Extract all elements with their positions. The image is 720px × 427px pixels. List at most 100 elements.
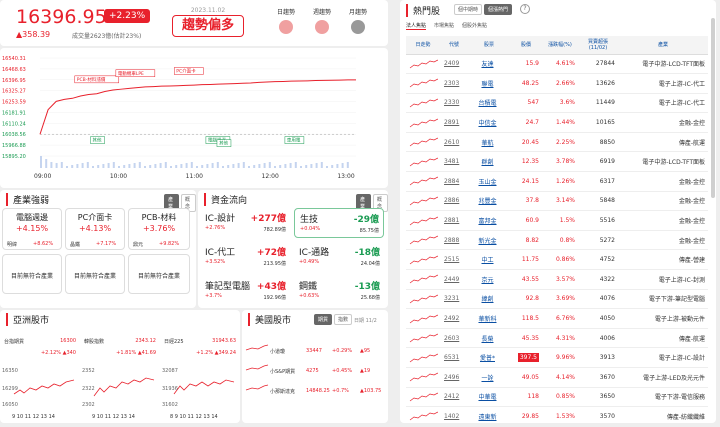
table-row[interactable]: 3481 群創 12.35 3.78% 6919 電子中游-LCD-TFT面板	[406, 151, 708, 173]
table-row[interactable]: 2409 友達 15.9 4.61% 27844 電子中游-LCD-TFT面板	[406, 54, 708, 75]
col-pct[interactable]: 漲跌幅(%)	[542, 36, 578, 55]
row-code[interactable]: 2884	[440, 171, 468, 192]
fund-item[interactable]: IC-代工 +72億 +3.52% 213.95億	[200, 242, 290, 272]
row-name[interactable]: 華新科	[468, 308, 510, 329]
fund-item[interactable]: 筆記型電腦 +43億 +3.7% 192.96億	[200, 276, 290, 306]
row-code[interactable]: 2886	[440, 191, 468, 212]
row-name[interactable]: 玉山金	[468, 171, 510, 192]
us-market-row[interactable]: 小S&P期貨 4275 +0.45% ▲19	[270, 366, 386, 378]
row-code[interactable]: 2330	[440, 93, 468, 114]
subtab-foreign[interactable]: 個股外焦點	[462, 22, 487, 30]
us-market-row[interactable]: 小道瓊 33447 +0.29% ▲95	[270, 346, 386, 358]
row-code[interactable]: 2492	[440, 308, 468, 329]
row-code[interactable]: 2412	[440, 387, 468, 408]
row-code[interactable]: 2881	[440, 210, 468, 231]
industry-card[interactable]: PC介面卡 +4.13% 晶鐵 +7.17%	[65, 208, 125, 250]
market-name: 韓股指數	[84, 339, 105, 345]
row-code[interactable]: 1402	[440, 406, 468, 427]
row-name[interactable]: 中信金	[468, 112, 510, 133]
col-volume[interactable]: 買賣超張 (11/02)	[578, 36, 618, 55]
row-name[interactable]: 群創	[468, 151, 510, 173]
col-code[interactable]: 代號	[440, 36, 468, 55]
hot-tab-rising[interactable]: 個漲熱門	[484, 4, 513, 15]
row-code[interactable]: 3481	[440, 151, 468, 173]
daily-trend[interactable]: 日趨勢	[268, 7, 304, 34]
table-row[interactable]: 1402 遠東新 29.85 1.53% 3570 傳產-紡織纖維	[406, 406, 708, 427]
row-name[interactable]: 富邦金	[468, 210, 510, 231]
fund-item[interactable]: IC-通路 -18億 +0.49% 24.04億	[294, 242, 384, 272]
annotation-label: PC介面卡	[176, 67, 196, 74]
table-row[interactable]: 2884 玉山金 24.15 1.26% 6317 金融-金控	[406, 171, 708, 192]
row-name[interactable]: 新光金	[468, 230, 510, 251]
table-row[interactable]: 6531 愛普* 397.5 9.96% 3913 電子上游-IC-設計	[406, 347, 708, 368]
row-price-value: 24.15	[521, 177, 539, 185]
row-code[interactable]: 6531	[440, 347, 468, 368]
table-row[interactable]: 2412 中華電 118 0.85% 3650 電子下游-電信服務	[406, 387, 708, 408]
us-market-row[interactable]: 小那斯達克 14848.25 +0.7% ▲103.75	[270, 386, 386, 398]
row-code[interactable]: 3231	[440, 289, 468, 310]
table-row[interactable]: 3231 緯創 92.8 3.69% 4076 電子下游-筆記型電腦	[406, 289, 708, 310]
row-name[interactable]: 遠東新	[468, 406, 510, 427]
fund-item[interactable]: 鋼鐵 -13億 +0.63% 25.68億	[294, 276, 384, 306]
row-code[interactable]: 2496	[440, 367, 468, 388]
row-code[interactable]: 2610	[440, 132, 468, 153]
annotation-label: PCB-材料漲價	[77, 76, 106, 83]
us-tab-futures[interactable]: 期貨	[314, 314, 333, 325]
help-icon[interactable]: ?	[520, 4, 530, 14]
row-name[interactable]: 台積電	[468, 93, 510, 114]
row-name[interactable]: 緯創	[468, 289, 510, 310]
row-pct: 0.85%	[542, 387, 578, 408]
row-code[interactable]: 2303	[440, 73, 468, 94]
industry-card[interactable]: PCB-材料 +3.76% 鼎元 +9.82%	[128, 208, 190, 250]
table-row[interactable]: 2610 華航 20.45 2.25% 8850 傳產-航運	[406, 132, 708, 153]
table-row[interactable]: 2303 聯電 48.25 2.66% 13626 電子上游-IC-代工	[406, 73, 708, 94]
table-row[interactable]: 2891 中信金 24.7 1.44% 10165 金融-金控	[406, 112, 708, 133]
monthly-trend[interactable]: 月趨勢	[340, 7, 376, 34]
weekly-trend[interactable]: 週趨勢	[304, 7, 340, 34]
volume-bar	[154, 164, 157, 168]
row-name[interactable]: 華航	[468, 132, 510, 153]
scrollbar[interactable]	[711, 18, 715, 198]
row-name[interactable]: 京元	[468, 269, 510, 290]
subtab-institutional[interactable]: 法人焦點	[406, 22, 427, 30]
market-card[interactable]: 日經225 31943.63 +1.2% ▲349.24 32087 31936…	[162, 338, 238, 423]
row-volume: 11449	[578, 93, 618, 114]
subtab-market[interactable]: 市場焦點	[434, 22, 454, 30]
fund-item[interactable]: IC-設計 +277億 +2.76% 782.89億	[200, 208, 290, 238]
row-name[interactable]: 一詮	[468, 367, 510, 388]
row-name[interactable]: 愛普*	[468, 347, 510, 368]
row-code[interactable]: 2449	[440, 269, 468, 290]
volume-bar	[164, 162, 167, 168]
table-row[interactable]: 2496 一詮 49.05 4.14% 3670 電子上游-LED及光元件	[406, 367, 708, 388]
table-row[interactable]: 2603 長榮 45.35 4.31% 4006 傳產-航運	[406, 328, 708, 349]
col-name[interactable]: 股票	[468, 36, 510, 55]
table-row[interactable]: 2330 台積電 547 3.6% 11449 電子上游-IC-代工	[406, 93, 708, 114]
us-market-value: 33447	[306, 348, 322, 354]
row-code[interactable]: 2603	[440, 328, 468, 349]
row-name[interactable]: 聯電	[468, 73, 510, 94]
market-card[interactable]: 台指期貨 16300 +2.12% ▲340 16350 16299 16050…	[2, 338, 78, 423]
volume-bar	[144, 166, 146, 168]
industry-card[interactable]: 電腦週邊 +4.15% 明緯 +8.62%	[2, 208, 62, 250]
row-name[interactable]: 友達	[468, 54, 510, 75]
row-name[interactable]: 長榮	[468, 328, 510, 349]
row-name[interactable]: 中華電	[468, 387, 510, 408]
fund-item[interactable]: 生技 -29億 +0.04% 85.75億	[294, 208, 384, 238]
row-name[interactable]: 兆豐金	[468, 191, 510, 212]
table-row[interactable]: 2881 富邦金 60.9 1.5% 5516 金融-金控	[406, 210, 708, 231]
row-name[interactable]: 中工	[468, 249, 510, 271]
us-tab-index[interactable]: 指數	[334, 314, 353, 325]
row-code[interactable]: 2888	[440, 230, 468, 251]
row-code[interactable]: 2409	[440, 54, 468, 75]
table-row[interactable]: 2888 新光金 8.82 0.8% 5272 金融-金控	[406, 230, 708, 251]
row-code[interactable]: 2515	[440, 249, 468, 271]
table-row[interactable]: 2449 京元 43.55 3.57% 4322 電子上游-IC-封測	[406, 269, 708, 290]
market-card[interactable]: 韓股指數 2343.12 +1.81% ▲41.69 2352 2322 230…	[82, 338, 158, 423]
hot-tab-realtime[interactable]: 個中期時	[454, 4, 483, 15]
table-row[interactable]: 2492 華新科 118.5 6.76% 4050 電子上游-被動元件	[406, 308, 708, 329]
trend-up-icon	[315, 20, 329, 34]
col-price[interactable]: 股價	[510, 36, 542, 55]
table-row[interactable]: 2886 兆豐金 37.8 3.14% 5848 金融-金控	[406, 191, 708, 212]
row-code[interactable]: 2891	[440, 112, 468, 133]
table-row[interactable]: 2515 中工 11.75 0.86% 4752 傳產-營建	[406, 249, 708, 271]
